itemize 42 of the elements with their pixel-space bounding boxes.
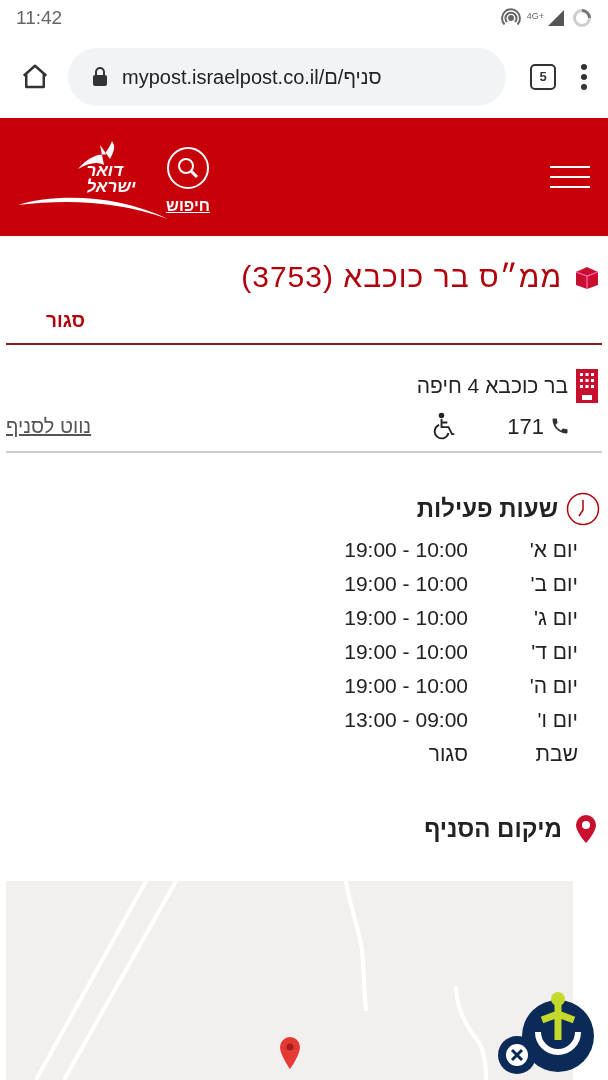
hours-text: 13:00 - 09:00 bbox=[344, 707, 468, 734]
lock-icon bbox=[92, 67, 108, 87]
hours-text: 19:00 - 10:00 bbox=[344, 571, 468, 598]
package-icon bbox=[574, 264, 600, 289]
menu-icon[interactable] bbox=[550, 165, 590, 189]
logo-text: ישראל bbox=[86, 179, 136, 195]
signal-icon bbox=[546, 8, 566, 28]
navigate-link[interactable]: נווט לסניף bbox=[6, 411, 92, 441]
tab-count-button[interactable]: 5 bbox=[530, 64, 556, 90]
location-pin-icon bbox=[576, 815, 596, 843]
day-label: יום ה' bbox=[528, 673, 578, 700]
accessibility-widget-icon[interactable] bbox=[498, 992, 596, 1074]
more-menu-icon[interactable] bbox=[580, 63, 588, 91]
hours-text: סגור bbox=[428, 741, 468, 768]
hours-text: 19:00 - 10:00 bbox=[344, 673, 468, 700]
clock-time: 11:42 bbox=[16, 5, 63, 30]
battery-icon bbox=[572, 8, 592, 28]
day-label: יום ד' bbox=[530, 639, 578, 666]
branch-title: ממ״ס בר כוכבא (3753) bbox=[241, 259, 562, 295]
clock-icon bbox=[566, 492, 600, 526]
day-label: יום ג' bbox=[533, 605, 578, 632]
day-label: יום א' bbox=[528, 537, 578, 564]
url-text: mypost.israelpost.co.il/סניף/ם bbox=[122, 65, 382, 90]
day-label: יום ב' bbox=[529, 571, 578, 598]
search-link[interactable]: חיפוש bbox=[166, 194, 210, 218]
search-icon[interactable] bbox=[166, 146, 210, 190]
day-label: יום ו' bbox=[536, 707, 578, 734]
day-label: שבת bbox=[534, 741, 578, 768]
phone-icon bbox=[550, 416, 570, 436]
phone-number: 171 bbox=[507, 412, 544, 441]
address-bar[interactable]: mypost.israelpost.co.il/סניף/ם bbox=[68, 48, 506, 106]
section-heading: מיקום הסניף bbox=[424, 814, 562, 844]
hotspot-icon bbox=[500, 8, 521, 28]
network-label: 4G+ bbox=[526, 12, 544, 21]
hours-text: 19:00 - 10:00 bbox=[344, 537, 468, 564]
section-heading: שעות פעילות bbox=[416, 494, 558, 524]
address-text: בר כוכבא 4 חיפה bbox=[416, 373, 568, 400]
hours-text: 19:00 - 10:00 bbox=[344, 639, 468, 666]
logo-text: דואר bbox=[86, 163, 123, 179]
hours-text: 19:00 - 10:00 bbox=[344, 605, 468, 632]
status-text: סגור bbox=[46, 308, 86, 333]
building-icon bbox=[576, 369, 598, 403]
